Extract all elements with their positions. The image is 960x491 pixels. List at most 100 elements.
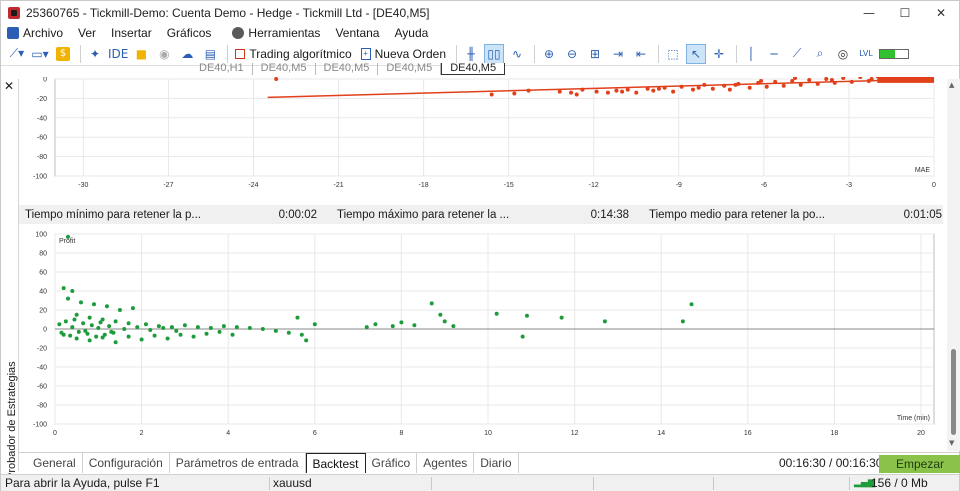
x-tick-label: 4 bbox=[226, 430, 230, 437]
data-point bbox=[113, 340, 118, 345]
scrollbar-thumb[interactable] bbox=[951, 349, 956, 435]
market-icon[interactable]: ■ bbox=[131, 44, 151, 64]
chart-tabs: DE40,H1 DE40,M5 DE40,M5 DE40,M5 DE40,M5 bbox=[191, 63, 506, 75]
algo-trading-button[interactable]: Trading algorítmico bbox=[232, 44, 354, 64]
y-tick-label: 0 bbox=[43, 77, 47, 84]
start-button[interactable]: Empezar bbox=[879, 455, 960, 473]
dollar-icon[interactable]: $ bbox=[53, 44, 73, 64]
series-label: Profit bbox=[59, 238, 75, 245]
zoom-in-icon[interactable]: ⊕ bbox=[539, 44, 559, 64]
cloud-icon[interactable]: ☁ bbox=[177, 44, 197, 64]
menu-archivo[interactable]: Archivo bbox=[23, 26, 63, 40]
autoscroll-icon[interactable]: ⇥ bbox=[608, 44, 628, 64]
data-point bbox=[107, 324, 112, 329]
data-point bbox=[152, 333, 157, 338]
vertical-scrollbar[interactable]: ▲ ▼ bbox=[947, 79, 960, 451]
menu-graficos[interactable]: Gráficos bbox=[167, 26, 212, 40]
close-button[interactable]: ✕ bbox=[923, 1, 959, 24]
data-point bbox=[61, 286, 66, 291]
candles-icon[interactable]: ▯▯ bbox=[484, 43, 505, 64]
scroll-down-icon[interactable]: ▼ bbox=[949, 439, 954, 447]
tab-backtest[interactable]: Backtest bbox=[305, 453, 366, 473]
data-point bbox=[78, 300, 83, 305]
trendline-icon[interactable]: ⟋ bbox=[787, 44, 807, 64]
data-point bbox=[442, 319, 447, 324]
zoom-out-icon[interactable]: ⊖ bbox=[562, 44, 582, 64]
search-icon[interactable]: ⌕ bbox=[810, 44, 830, 64]
data-point bbox=[208, 326, 213, 331]
data-point bbox=[364, 325, 369, 330]
line-chart-icon[interactable]: ∿ bbox=[507, 44, 527, 64]
x-tick-label: -27 bbox=[163, 182, 173, 189]
vps-icon[interactable]: ▤ bbox=[200, 44, 220, 64]
data-point bbox=[312, 322, 317, 327]
account-icon[interactable]: ◎ bbox=[833, 44, 853, 64]
status-divider bbox=[269, 477, 270, 490]
tab-diario[interactable]: Diario bbox=[474, 453, 519, 473]
x-tick-label: 0 bbox=[53, 430, 57, 437]
maximize-button[interactable]: ☐ bbox=[887, 1, 923, 24]
y-tick-label: 40 bbox=[39, 289, 47, 296]
toolbar-separator bbox=[736, 44, 738, 63]
minimize-button[interactable]: — bbox=[851, 1, 887, 24]
menu-ayuda[interactable]: Ayuda bbox=[394, 26, 428, 40]
crosshair-icon[interactable]: ✛ bbox=[709, 44, 729, 64]
data-point bbox=[662, 85, 667, 90]
bar-chart-icon[interactable]: ╫ bbox=[461, 44, 481, 64]
menu-ventana[interactable]: Ventana bbox=[335, 26, 379, 40]
horizontal-line-icon[interactable]: ─ bbox=[764, 44, 784, 64]
data-point bbox=[169, 325, 174, 330]
new-order-button[interactable]: + Nueva Orden bbox=[358, 44, 449, 64]
profile-name: xauusd bbox=[273, 476, 312, 490]
tab-grafico[interactable]: Gráfico bbox=[366, 453, 418, 473]
toolbar-separator bbox=[534, 44, 536, 63]
chart-tab[interactable]: DE40,H1 bbox=[191, 63, 253, 75]
y-tick-label: 60 bbox=[39, 270, 47, 277]
tab-general[interactable]: General bbox=[27, 453, 83, 473]
menu-ver[interactable]: Ver bbox=[78, 26, 96, 40]
x-tick-label: -15 bbox=[504, 182, 514, 189]
signals-icon[interactable]: ◉ bbox=[154, 44, 174, 64]
data-point bbox=[412, 323, 417, 328]
grid-icon[interactable]: ⊞ bbox=[585, 44, 605, 64]
y-tick-label: -20 bbox=[37, 96, 47, 103]
vertical-line-icon[interactable]: │ bbox=[741, 44, 761, 64]
chart-tab[interactable]: DE40,M5 bbox=[378, 63, 442, 75]
data-point bbox=[645, 86, 650, 91]
plot-area bbox=[54, 78, 935, 177]
x-axis-label: MAE bbox=[915, 167, 931, 174]
tab-configuracion[interactable]: Configuración bbox=[83, 453, 170, 473]
scroll-up-icon[interactable]: ▲ bbox=[949, 81, 954, 89]
cursor-icon[interactable]: ↖ bbox=[686, 43, 707, 64]
data-point bbox=[438, 312, 443, 317]
chart-tab-active[interactable]: DE40,M5 bbox=[441, 63, 506, 75]
tab-parametros[interactable]: Parámetros de entrada bbox=[170, 453, 306, 473]
menu-insertar[interactable]: Insertar bbox=[111, 26, 152, 40]
memory-usage: 156 / 0 Mb bbox=[871, 476, 928, 490]
avg-hold-label: Tiempo medio para retener la po... bbox=[649, 208, 825, 221]
chart-tab[interactable]: DE40,M5 bbox=[253, 63, 316, 75]
data-point bbox=[790, 78, 795, 83]
sparkle-icon[interactable]: ✦ bbox=[85, 44, 105, 64]
max-hold-label: Tiempo máximo para retener la ... bbox=[337, 208, 510, 221]
menu-herramientas[interactable]: Herramientas bbox=[248, 26, 320, 40]
data-point bbox=[126, 321, 131, 326]
chart-type-icon[interactable]: ⟋▾ bbox=[7, 44, 27, 64]
chart-shift-icon[interactable]: ⇤ bbox=[631, 44, 651, 64]
test-time: 00:16:30 / 00:16:30 bbox=[779, 456, 883, 470]
min-hold-value: 0:00:02 bbox=[278, 208, 317, 221]
data-point bbox=[815, 81, 820, 86]
data-point bbox=[602, 319, 607, 324]
data-point bbox=[727, 87, 732, 92]
x-tick-label: 6 bbox=[313, 430, 317, 437]
chart-tab[interactable]: DE40,M5 bbox=[316, 63, 379, 75]
algo-trading-label: Trading algorítmico bbox=[249, 46, 352, 61]
tab-agentes[interactable]: Agentes bbox=[417, 453, 475, 473]
screenshot-icon[interactable]: ⬚ bbox=[663, 44, 683, 64]
dock-close-icon[interactable]: ✕ bbox=[4, 79, 14, 93]
status-divider bbox=[849, 477, 850, 490]
templates-icon[interactable]: ▭▾ bbox=[30, 44, 50, 64]
ide-button[interactable]: IDE bbox=[108, 44, 128, 64]
data-point bbox=[174, 328, 179, 333]
app-logo-icon bbox=[8, 6, 20, 19]
